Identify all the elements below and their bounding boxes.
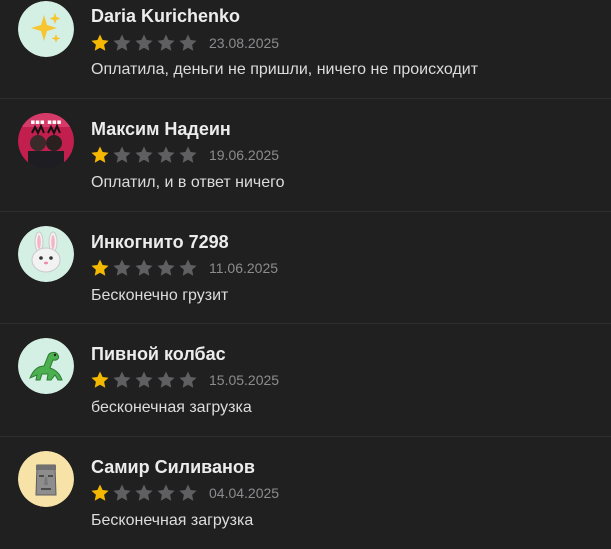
review-author: Инкогнито 7298 xyxy=(91,232,229,252)
star-filled-icon xyxy=(90,33,110,53)
dinosaur-icon xyxy=(18,338,74,394)
review-item: Инкогнито 7298 11.06.2025 Бесконечно гру… xyxy=(0,212,611,324)
star-rating xyxy=(90,145,200,165)
review-author: Максим Надеин xyxy=(91,119,231,139)
avatar xyxy=(18,226,74,282)
star-rating xyxy=(90,483,200,503)
star-empty-icon xyxy=(178,483,198,503)
review-item: Daria Kurichenko 23.08.2025 Оплатила, де… xyxy=(0,0,611,99)
star-empty-icon xyxy=(178,145,198,165)
avatar: ▪▪▪ ▪▪▪ xyxy=(18,113,74,169)
star-empty-icon xyxy=(178,370,198,390)
reviews-list: Daria Kurichenko 23.08.2025 Оплатила, де… xyxy=(0,0,611,549)
star-empty-icon xyxy=(134,483,154,503)
star-rating xyxy=(90,370,200,390)
star-empty-icon xyxy=(134,145,154,165)
review-author: Daria Kurichenko xyxy=(91,6,241,26)
sparkles-icon xyxy=(18,1,74,57)
rabbit-icon xyxy=(18,226,74,282)
avatar xyxy=(18,451,74,507)
star-empty-icon xyxy=(156,145,176,165)
star-filled-icon xyxy=(90,145,110,165)
star-empty-icon xyxy=(156,33,176,53)
star-empty-icon xyxy=(112,483,132,503)
rating-row: 23.08.2025 xyxy=(90,33,279,53)
rating-row: 15.05.2025 xyxy=(90,370,279,390)
star-empty-icon xyxy=(178,258,198,278)
review-author: Самир Силиванов xyxy=(91,457,255,477)
review-item: ▪▪▪ ▪▪▪ Максим Надеин 19.06.2025 Оплатил… xyxy=(0,99,611,212)
review-item: Пивной колбас 15.05.2025 бесконечная заг… xyxy=(0,324,611,437)
star-empty-icon xyxy=(134,258,154,278)
review-date: 23.08.2025 xyxy=(209,35,280,51)
star-empty-icon xyxy=(134,370,154,390)
review-date: 19.06.2025 xyxy=(209,147,280,163)
star-empty-icon xyxy=(112,145,132,165)
rating-row: 11.06.2025 xyxy=(90,258,278,278)
rating-row: 04.04.2025 xyxy=(90,483,279,503)
star-empty-icon xyxy=(112,370,132,390)
star-rating xyxy=(90,33,200,53)
review-author: Пивной колбас xyxy=(91,344,226,364)
review-text: Оплатила, деньги не пришли, ничего не пр… xyxy=(91,61,479,78)
avatar xyxy=(18,1,74,57)
star-filled-icon xyxy=(90,483,110,503)
photo-avatar: ▪▪▪ ▪▪▪ xyxy=(18,113,74,169)
star-filled-icon xyxy=(90,258,110,278)
star-empty-icon xyxy=(156,483,176,503)
review-text: Бесконечно грузит xyxy=(91,287,229,304)
star-empty-icon xyxy=(112,258,132,278)
review-text: бесконечная загрузка xyxy=(91,399,252,416)
review-date: 11.06.2025 xyxy=(209,260,279,276)
review-item: Самир Силиванов 04.04.2025 Бесконечная з… xyxy=(0,437,611,549)
review-text: Оплатил, и в ответ ничего xyxy=(91,174,285,191)
moai-icon xyxy=(18,451,74,507)
star-empty-icon xyxy=(178,33,198,53)
review-text: Бесконечная загрузка xyxy=(91,512,254,529)
star-filled-icon xyxy=(90,370,110,390)
avatar xyxy=(18,338,74,394)
review-date: 04.04.2025 xyxy=(209,485,280,501)
star-empty-icon xyxy=(112,33,132,53)
star-rating xyxy=(90,258,200,278)
star-empty-icon xyxy=(134,33,154,53)
review-date: 15.05.2025 xyxy=(209,372,280,388)
star-empty-icon xyxy=(156,258,176,278)
star-empty-icon xyxy=(156,370,176,390)
rating-row: 19.06.2025 xyxy=(90,145,279,165)
